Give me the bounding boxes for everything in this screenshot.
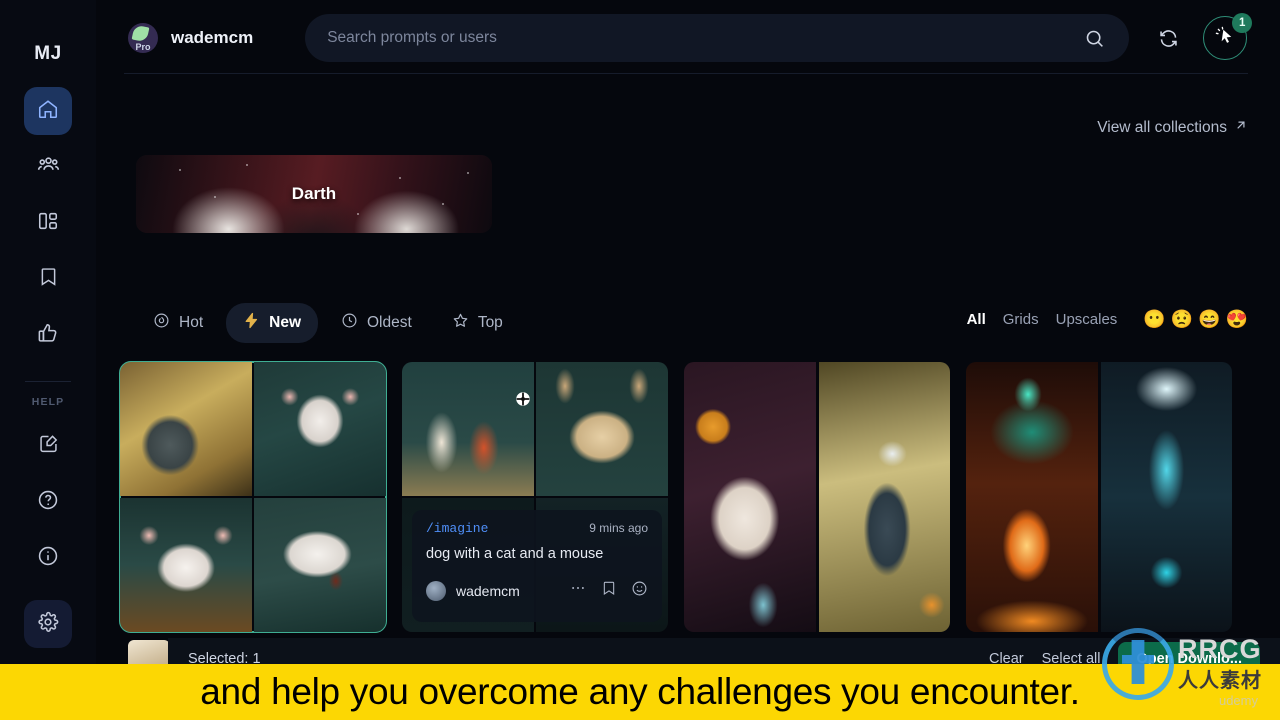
bolt-icon [243,312,260,334]
prompt-info-card[interactable]: /imagine 9 mins ago dog with a cat and a… [412,510,662,622]
grid-image [402,362,534,496]
sidebar-divider [25,381,71,382]
tab-hot[interactable]: Hot [136,303,220,343]
bookmark-icon [38,266,59,292]
gallery-tile-fire-ice-gates[interactable] [966,362,1232,632]
brand-logo: MJ [34,43,62,64]
grinning-face-emoji[interactable]: 😄 [1198,310,1220,328]
smiley-icon[interactable] [631,580,648,602]
sort-tabs: Hot New Oldest Top [136,303,520,343]
current-user-chip[interactable]: Pro wademcm [128,23,253,53]
tab-new-label: New [269,314,301,331]
grid-image [536,362,668,496]
user-name: wademcm [171,28,254,47]
frowning-face-emoji[interactable]: 😟 [1171,310,1193,328]
subtitle-text: and help you overcome any challenges you… [200,671,1080,712]
info-circle-icon [37,545,59,572]
info-card-header: /imagine 9 mins ago [426,521,648,536]
view-all-collections-link[interactable]: View all collections [1097,118,1248,137]
info-card-footer: wademcm [426,579,648,602]
tab-oldest[interactable]: Oldest [324,303,429,343]
avatar [426,580,446,601]
sidebar-item-saved[interactable] [24,255,72,303]
view-all-label: View all collections [1097,118,1227,136]
filter-row: All Grids Upscales 😶 😟 😄 😍 [967,310,1248,328]
bookmark-icon[interactable] [601,580,617,601]
topbar-divider [124,73,1248,74]
sidebar: MJ HELP [0,0,96,720]
filter-upscales[interactable]: Upscales [1056,311,1118,328]
grid-image [966,362,1098,632]
collection-card-darth[interactable]: Darth [136,155,492,233]
gallery-grid [119,361,1262,634]
tab-top[interactable]: Top [435,303,520,343]
grid-image [120,498,252,632]
tab-oldest-label: Oldest [367,314,412,331]
filter-grids[interactable]: Grids [1003,311,1039,328]
timestamp-label: 9 mins ago [589,521,648,535]
search-input[interactable] [327,29,1078,47]
gear-icon [37,611,59,638]
tab-top-label: Top [477,314,503,331]
grid-image [1100,362,1232,632]
people-icon [37,153,60,181]
sidebar-help-label: HELP [31,396,65,408]
sidebar-item-settings[interactable] [24,600,72,648]
flame-icon [153,312,170,334]
cursor-click-avatar[interactable]: 1 [1203,13,1253,60]
more-horizontal-icon[interactable] [569,579,587,602]
gallery-tile-mouse-grid[interactable] [119,361,387,633]
sidebar-item-community[interactable] [24,143,72,191]
leaf-shape-icon [131,24,150,43]
sidebar-item-likes[interactable] [24,311,72,359]
move-cursor-icon [514,390,532,408]
search-bar[interactable] [305,14,1130,62]
grid-image [120,362,252,496]
topbar: Pro wademcm 1 [96,0,1280,76]
clock-icon [341,312,358,334]
sidebar-item-faq[interactable] [24,478,72,526]
grid-image [254,498,386,632]
app-root: MJ HELP Pro wademcm Search prompts or us… [0,0,1280,720]
prompt-author[interactable]: wademcm [456,583,559,599]
arrow-up-right-icon [1234,118,1248,137]
avatar-pro-label: Pro [135,42,151,52]
question-circle-icon [37,489,59,516]
cursor-click-icon [1215,26,1235,51]
info-card-actions [569,579,648,602]
search-icon[interactable] [1077,21,1111,55]
grid-image [254,362,386,496]
duo-layout [684,362,950,632]
thumbs-up-icon [37,322,59,349]
emoji-filter-row: 😶 😟 😄 😍 [1143,310,1248,328]
tab-new[interactable]: New [226,303,318,343]
gallery-tile-dog-portraits[interactable] [684,362,950,632]
tab-hot-label: Hot [179,314,204,331]
filter-all[interactable]: All [967,311,986,328]
imagine-command-label: /imagine [426,521,489,536]
sidebar-item-layout[interactable] [24,199,72,247]
grid-image [818,362,950,632]
sidebar-item-feedback[interactable] [24,422,72,470]
home-icon [37,98,59,125]
refresh-icon[interactable] [1151,21,1185,55]
notification-badge: 1 [1232,13,1253,33]
avatar: Pro [128,23,158,53]
quad-layout [120,362,386,632]
duo-layout [966,362,1232,632]
edit-square-icon [38,433,59,459]
heart-eyes-emoji[interactable]: 😍 [1226,310,1248,328]
collection-title: Darth [291,184,337,203]
neutral-face-emoji[interactable]: 😶 [1143,310,1165,328]
layout-grid-icon [37,210,59,237]
grid-image [684,362,816,632]
sidebar-item-home[interactable] [24,87,72,135]
prompt-text: dog with a cat and a mouse [426,546,604,562]
sidebar-item-about[interactable] [24,534,72,582]
star-icon [452,312,469,334]
subtitle-bar: and help you overcome any challenges you… [0,664,1280,720]
